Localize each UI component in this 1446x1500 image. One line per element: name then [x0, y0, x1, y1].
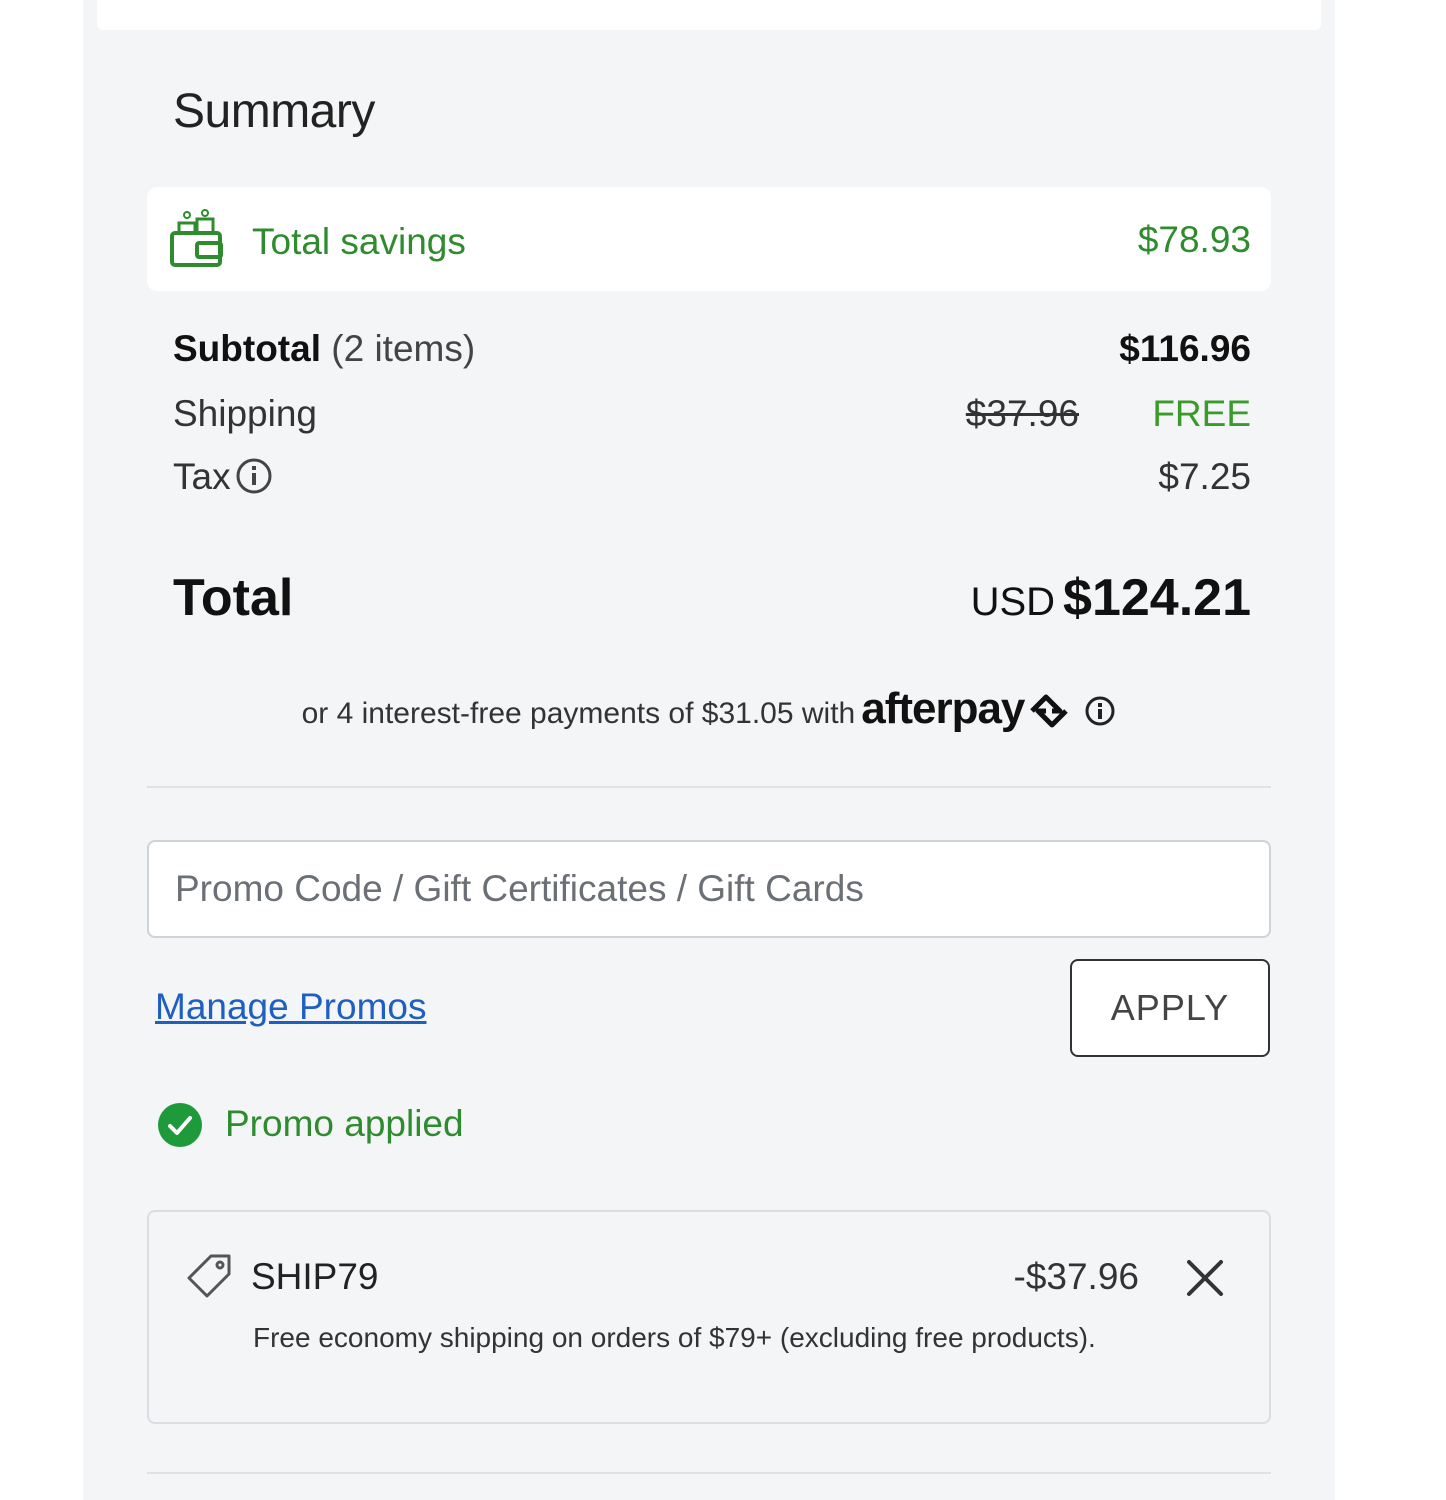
promo-code-label: SHIP79: [251, 1256, 379, 1297]
previous-card: [97, 0, 1321, 30]
tax-row: Tax $7.25: [173, 456, 1251, 498]
total-row: Total USD $124.21: [173, 568, 1251, 628]
afterpay-brand: afterpay: [861, 684, 1025, 733]
subtotal-item-count: (2 items): [331, 328, 476, 369]
tax-label: Tax: [173, 456, 231, 497]
tax-value: $7.25: [1158, 456, 1251, 497]
tag-icon: [187, 1254, 231, 1298]
total-savings-label: Total savings: [252, 221, 466, 262]
afterpay-info-icon[interactable]: [1084, 695, 1116, 727]
subtotal-value: $116.96: [1119, 328, 1251, 369]
afterpay-message: or 4 interest-free payments of $31.05 wi…: [83, 684, 1335, 734]
promo-discount-value: -$37.96: [1013, 1256, 1140, 1297]
total-label: Total: [173, 569, 294, 627]
shipping-label: Shipping: [173, 393, 318, 434]
afterpay-logo-icon: [1030, 694, 1069, 728]
close-icon[interactable]: [1183, 1256, 1227, 1300]
bottom-divider: [147, 1472, 1271, 1474]
total-amount: $124.21: [1063, 569, 1251, 627]
wallet-savings-icon: [170, 209, 223, 267]
applied-promo-card: SHIP79 -$37.96 Free economy shipping on …: [147, 1210, 1271, 1424]
total-savings-card: Total savings $78.93: [147, 187, 1271, 291]
promo-code-input[interactable]: [147, 840, 1271, 938]
promo-applied-text: Promo applied: [225, 1103, 464, 1144]
total-savings-value: $78.93: [1137, 219, 1251, 260]
subtotal-row: Subtotal (2 items) $116.96: [173, 328, 1251, 370]
shipping-value: FREE: [1152, 393, 1251, 434]
summary-title: Summary: [173, 85, 375, 138]
apply-button[interactable]: APPLY: [1070, 959, 1270, 1057]
shipping-row: Shipping $37.96 FREE: [173, 393, 1251, 435]
info-icon[interactable]: [235, 457, 273, 495]
check-circle-icon: [158, 1103, 202, 1147]
order-summary-panel: Summary Total savings $78.93 Subtotal (2…: [83, 0, 1335, 1500]
shipping-original-price: $37.96: [965, 393, 1079, 434]
promo-description: Free economy shipping on orders of $79+ …: [253, 1322, 1096, 1353]
total-currency: USD: [970, 580, 1056, 624]
subtotal-label: Subtotal: [173, 328, 321, 369]
summary-divider: [147, 786, 1271, 788]
manage-promos-link[interactable]: Manage Promos: [155, 986, 426, 1028]
afterpay-text: or 4 interest-free payments of $31.05 wi…: [301, 697, 856, 730]
